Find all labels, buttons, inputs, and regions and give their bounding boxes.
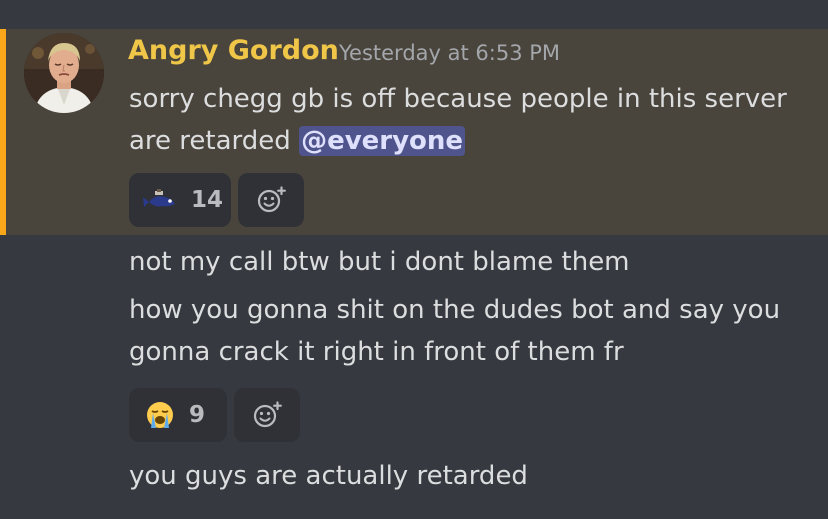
- everyone-mention[interactable]: @everyone: [299, 126, 466, 156]
- message-text-line: sorry chegg gb is off because people in …: [129, 84, 787, 114]
- reaction-button[interactable]: 14: [129, 173, 231, 227]
- reaction-button[interactable]: 9: [129, 388, 227, 442]
- custom-fish-emoji-icon: [143, 188, 179, 212]
- message-timestamp: Yesterday at 6:53 PM: [339, 41, 561, 65]
- highlighted-message[interactable]: Angry Gordon Yesterday at 6:53 PM sorry …: [0, 29, 828, 235]
- previous-message-area: [0, 0, 828, 29]
- mention-highlight-bar: [0, 29, 6, 235]
- loudly-crying-face-emoji-icon: [145, 400, 175, 430]
- reaction-count: 9: [189, 402, 206, 428]
- chat-view: Angry Gordon Yesterday at 6:53 PM sorry …: [0, 0, 828, 519]
- add-reaction-icon: [257, 186, 286, 213]
- message-text-fragment: are retarded: [129, 126, 300, 156]
- message-text-line: are retarded @everyone: [129, 120, 466, 162]
- avatar-image: [24, 33, 104, 113]
- add-reaction-button[interactable]: [238, 173, 304, 227]
- message-text: not my call btw but i dont blame them: [129, 247, 630, 277]
- message-text-line: how you gonna shit on the dudes bot and …: [129, 295, 781, 325]
- author-name[interactable]: Angry Gordon: [128, 35, 339, 66]
- message-text: you guys are actually retarded: [129, 461, 528, 491]
- add-reaction-button[interactable]: [234, 388, 300, 442]
- reaction-count: 14: [191, 187, 224, 213]
- message-text-line: gonna crack it right in front of them fr: [129, 337, 624, 367]
- avatar[interactable]: [24, 33, 104, 113]
- add-reaction-icon: [253, 401, 282, 428]
